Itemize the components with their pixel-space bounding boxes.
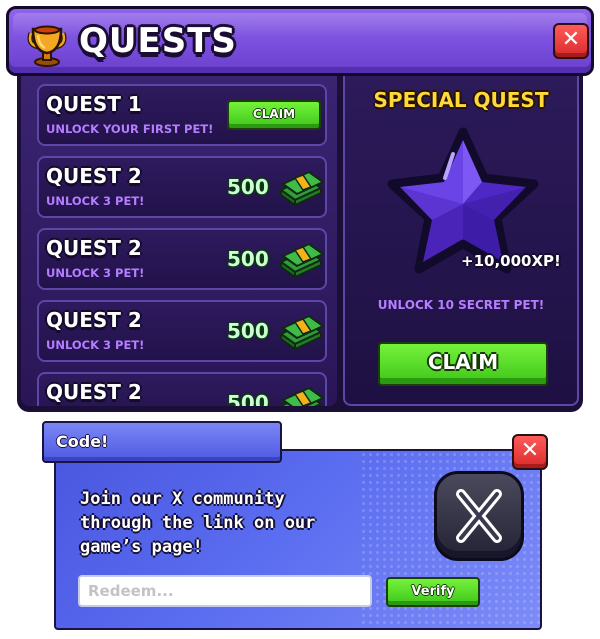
special-quest-card: SPECIAL QUEST +10,000XP! UNLOCK 10 SECRE… [343,76,579,406]
reward-amount: 500 [227,391,269,406]
claim-quest-button[interactable]: CLAIM [227,100,321,130]
page-title: QUESTS [79,21,237,61]
quest-title: QUEST 2 [46,308,142,332]
quest-description: UNLOCK YOUR FIRST PET! [46,122,214,136]
code-dialog-title: Code! [56,432,109,451]
reward-amount: 500 [227,319,269,343]
quest-card: QUEST 1 UNLOCK YOUR FIRST PET! CLAIM [37,84,327,146]
xp-reward-label: +10,000XP! [461,252,561,270]
special-quest-title: SPECIAL QUEST [373,88,549,112]
quest-card: QUEST 2 500 [37,372,327,406]
close-quests-button[interactable]: ✕ [553,23,589,59]
quest-card: QUEST 2 UNLOCK 3 PET! 500 [37,300,327,362]
quests-title-bar: QUESTS ✕ [6,6,594,76]
quest-title: QUEST 2 [46,236,142,260]
claim-special-quest-button[interactable]: CLAIM [378,342,548,386]
redeem-code-input[interactable] [78,575,372,607]
quest-card: QUEST 2 UNLOCK 3 PET! 500 [37,156,327,218]
reward-amount: 500 [227,247,269,271]
code-dialog: Join our X community through the link on… [54,449,542,630]
close-code-dialog-button[interactable]: ✕ [512,434,548,470]
quest-description: UNLOCK 3 PET! [46,194,145,208]
quest-title: QUEST 1 [46,92,142,116]
trophy-icon [27,25,67,67]
verify-button[interactable]: Verify [386,577,480,607]
special-quest-description: UNLOCK 10 SECRET PET! [377,298,545,312]
quest-title: QUEST 2 [46,164,142,188]
cash-icon [279,386,325,406]
message-line: Join our X community [80,489,285,509]
reward-amount: 500 [227,175,269,199]
message-line: game’s page! [80,537,203,557]
cash-icon [279,242,325,279]
quest-title: QUEST 2 [46,380,142,404]
code-message: Join our X community through the link on… [80,487,380,559]
message-line: through the link on our [80,513,316,533]
cash-icon [279,170,325,207]
x-logo-icon[interactable] [434,471,524,561]
cash-icon [279,314,325,351]
code-dialog-tab: Code! [42,421,282,463]
x-logo-glyph [456,489,502,543]
quest-description: UNLOCK 3 PET! [46,266,145,280]
quest-description: UNLOCK 3 PET! [46,338,145,352]
quest-list[interactable]: QUEST 1 UNLOCK YOUR FIRST PET! CLAIM QUE… [21,76,337,406]
quest-card: QUEST 2 UNLOCK 3 PET! 500 [37,228,327,290]
